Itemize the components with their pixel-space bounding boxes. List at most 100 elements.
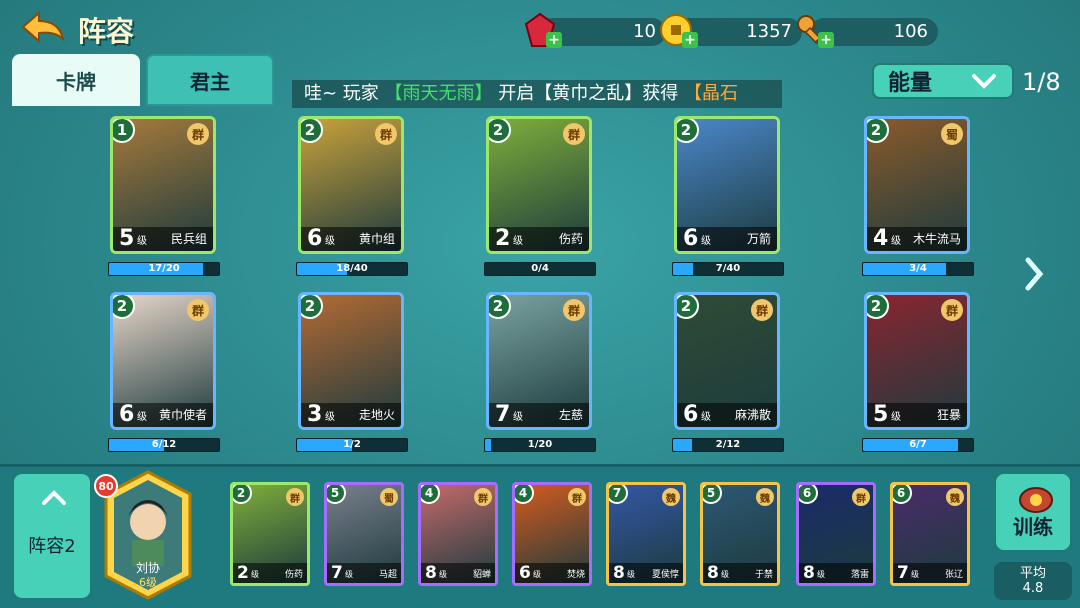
card-name: 黄巾组 xyxy=(358,232,395,246)
card-faction-badge: 群 xyxy=(751,299,773,321)
deck-card-level: 8 xyxy=(425,563,437,583)
card-level-suffix: 级 xyxy=(513,412,523,423)
tab-lord[interactable]: 君主 xyxy=(146,54,274,106)
ticker-prefix: 哇~ 玩家 xyxy=(304,83,379,104)
card-progress-bar: 3/4 xyxy=(862,262,974,276)
deck-card-level-suffix: 级 xyxy=(533,570,541,579)
card-item[interactable]: 2 群 7 级 左慈 xyxy=(486,292,592,430)
deck-card-level: 8 xyxy=(803,563,815,583)
card-item[interactable]: 2 群 5 级 狂暴 xyxy=(864,292,970,430)
lineup-switch-button[interactable]: 阵容2 xyxy=(12,472,92,600)
sort-dropdown[interactable]: 能量 xyxy=(872,63,1014,99)
deck-card[interactable]: 6 群 8 级 落雷 xyxy=(796,482,876,586)
card-level: 5 xyxy=(119,226,135,251)
tab-cards[interactable]: 卡牌 xyxy=(12,54,140,106)
gold-resource[interactable]: + 1357 xyxy=(660,14,802,48)
deck-card-level-suffix: 级 xyxy=(627,570,635,579)
card-name: 万箭 xyxy=(746,232,771,246)
deck-card-level: 7 xyxy=(897,563,909,583)
card-item[interactable]: 2 群 6 级 麻沸散 xyxy=(674,292,780,430)
announcement-ticker: 哇~ 玩家 【雨天无雨】 开启【黄巾之乱】获得 【晶石 xyxy=(292,80,782,108)
card-item[interactable]: 2 蜀 4 级 木牛流马 xyxy=(864,116,970,254)
deck-card-name: 张辽 xyxy=(944,570,963,580)
key-resource[interactable]: + 106 xyxy=(797,15,938,48)
card-progress-bar: 0/4 xyxy=(484,262,596,276)
card-item[interactable]: 1 群 5 级 民兵组 xyxy=(110,116,216,254)
card-name: 狂暴 xyxy=(936,408,961,422)
deck-card-level-suffix: 级 xyxy=(911,570,919,579)
card-item[interactable]: 2 群 6 级 黄巾使者 xyxy=(110,292,216,430)
deck-card[interactable]: 7 魏 8 级 夏侯惇 xyxy=(606,482,686,586)
deck-card-level: 8 xyxy=(613,563,625,583)
train-button[interactable]: 训练 xyxy=(994,472,1072,552)
ruby-resource[interactable]: + 10 xyxy=(524,12,666,48)
card-level: 6 xyxy=(683,226,699,251)
deck-card-name: 伤药 xyxy=(284,570,303,580)
deck-card[interactable]: 4 群 8 级 貂蝉 xyxy=(418,482,498,586)
deck-card-cost: 5 xyxy=(327,485,346,504)
card-cost-badge: 2 xyxy=(301,295,323,319)
card-progress-text: 3/4 xyxy=(909,263,927,274)
add-gold-icon[interactable]: + xyxy=(682,32,698,48)
card-level-suffix: 级 xyxy=(701,412,711,423)
card-faction-badge: 群 xyxy=(941,299,963,321)
card-level: 6 xyxy=(119,402,135,427)
card-item[interactable]: 2 群 6 级 黄巾组 xyxy=(298,116,404,254)
card-progress-text: 2/12 xyxy=(715,439,741,450)
card-progress-text: 6/12 xyxy=(151,439,177,450)
ticker-player: 【雨天无雨】 xyxy=(384,83,493,104)
card-item[interactable]: 2 群 2 级 伤药 xyxy=(486,116,592,254)
deck-card[interactable]: 6 魏 7 级 张辽 xyxy=(890,482,970,586)
add-key-icon[interactable]: + xyxy=(818,32,834,48)
next-page-button[interactable] xyxy=(1022,256,1046,296)
card-level: 6 xyxy=(307,226,323,251)
card-cost-badge: 2 xyxy=(677,295,699,319)
deck-card-faction: 魏 xyxy=(946,488,964,506)
card-item[interactable]: 2 6 级 万箭 xyxy=(674,116,780,254)
back-button[interactable] xyxy=(18,8,68,50)
deck-card[interactable]: 4 群 6 级 焚烧 xyxy=(512,482,592,586)
card-name: 民兵组 xyxy=(170,232,207,246)
card-level: 6 xyxy=(683,402,699,427)
page-title: 阵容 xyxy=(78,15,135,48)
deck-card-cost: 4 xyxy=(421,485,440,504)
card-item[interactable]: 2 3 级 走地火 xyxy=(298,292,404,430)
card-progress-text: 1/2 xyxy=(343,439,361,450)
deck-card-cost: 4 xyxy=(515,485,534,504)
deck-card[interactable]: 5 魏 8 级 于禁 xyxy=(700,482,780,586)
card-cost-badge: 2 xyxy=(867,119,889,143)
add-ruby-icon[interactable]: + xyxy=(546,32,562,48)
back-arrow-icon xyxy=(21,10,65,44)
hero-level: 6级 xyxy=(139,576,157,589)
card-level-suffix: 级 xyxy=(701,236,711,247)
card-cost-badge: 2 xyxy=(489,295,511,319)
card-progress-bar: 17/20 xyxy=(108,262,220,276)
card-faction-badge: 群 xyxy=(375,123,397,145)
card-level: 4 xyxy=(873,226,889,251)
card-level-suffix: 级 xyxy=(325,236,335,247)
deck-card-faction: 魏 xyxy=(756,488,774,506)
deck-card[interactable]: 5 蜀 7 级 马超 xyxy=(324,482,404,586)
deck-card-cost: 6 xyxy=(799,485,818,504)
card-progress-text: 1/20 xyxy=(527,439,553,450)
card-progress-bar: 7/40 xyxy=(672,262,784,276)
deck-card-cost: 5 xyxy=(703,485,722,504)
hero-card[interactable]: 80 刘协 6级 xyxy=(94,470,194,600)
deck-card[interactable]: 2 群 2 级 伤药 xyxy=(230,482,310,586)
card-progress-bar: 1/2 xyxy=(296,438,408,452)
card-cost-badge: 2 xyxy=(677,119,699,143)
ruby-count: 10 xyxy=(633,21,656,42)
deck-card-name: 貂蝉 xyxy=(472,570,491,580)
average-label: 平均 xyxy=(1019,566,1046,581)
deck-card-name: 夏侯惇 xyxy=(651,570,679,580)
chevron-right-icon xyxy=(1025,257,1044,291)
card-level-suffix: 级 xyxy=(137,236,147,247)
sort-dropdown-label: 能量 xyxy=(888,71,933,96)
deck-card-faction: 群 xyxy=(286,488,304,506)
page-indicator: 1/8 xyxy=(1022,68,1061,96)
deck-card-name: 于禁 xyxy=(754,570,773,580)
deck-card-level: 8 xyxy=(707,563,719,583)
deck-card-cost: 2 xyxy=(233,485,252,504)
lineup-label: 阵容2 xyxy=(28,536,76,557)
card-level-suffix: 级 xyxy=(137,412,147,423)
